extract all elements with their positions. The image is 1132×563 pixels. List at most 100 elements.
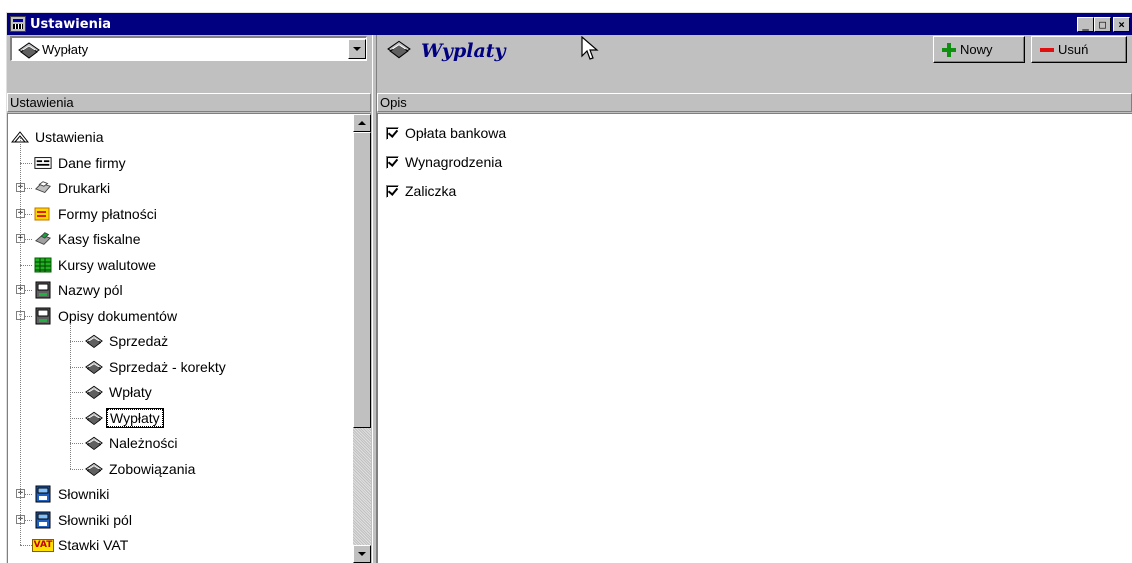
item-checkbox[interactable] <box>386 155 399 169</box>
dictionary-icon <box>34 485 52 503</box>
tree-item[interactable]: Kursy walutowe <box>34 252 158 278</box>
book-icon <box>387 39 411 63</box>
app-icon <box>10 16 26 32</box>
tree-connector <box>70 322 71 469</box>
dictionary-icon <box>34 511 52 529</box>
item-checkbox[interactable] <box>386 126 399 140</box>
tree-connector <box>20 545 32 546</box>
new-button-label: Nowy <box>960 42 993 57</box>
printer-icon <box>34 179 52 197</box>
mouse-cursor-icon <box>581 35 599 66</box>
tree-item[interactable]: Drukarki <box>34 175 112 201</box>
detail-title-text: Wyplaty <box>421 40 506 62</box>
tree-item-label: Kasy fiskalne <box>58 231 141 247</box>
tree-item-label: Dane firmy <box>58 154 126 171</box>
settings-tree-panel: Ustawienia Dane firmy + Drukarki + Formy płat… <box>7 113 371 563</box>
category-dropdown[interactable]: Wypłaty <box>10 36 367 61</box>
scroll-down-button[interactable] <box>353 545 371 563</box>
tree-item[interactable]: Wpłaty <box>85 379 154 405</box>
tree-connector <box>70 417 83 419</box>
settings-window: Ustawienia _ □ × Wypłaty Ustawienia Usta… <box>6 12 1132 563</box>
tree-item[interactable]: Wypłaty <box>85 405 164 431</box>
detail-title: Wyplaty <box>387 39 506 63</box>
tree-item[interactable]: Formy płatności <box>34 201 159 227</box>
tree-item[interactable]: Sprzedaż - korekty <box>85 354 228 380</box>
description-list: Opłata bankowa Wynagrodzenia Zaliczka <box>377 113 1132 563</box>
tree-item-label: Sprzedaż - korekty <box>109 358 226 375</box>
tree-item[interactable]: Sprzedaż <box>85 328 170 354</box>
item-checkbox[interactable] <box>386 184 399 198</box>
vat-icon: VAT <box>31 536 55 554</box>
tree-item[interactable]: Należności <box>85 430 179 456</box>
plus-icon <box>942 42 956 57</box>
new-button[interactable]: Nowy <box>933 36 1025 63</box>
chevron-up-icon <box>358 121 366 125</box>
list-item-label: Zaliczka <box>405 183 457 199</box>
tree-scrollbar[interactable] <box>353 114 371 563</box>
exchange-rates-icon <box>34 256 52 274</box>
tree-item-label: Drukarki <box>58 180 111 196</box>
tree-item[interactable]: Słowniki <box>34 481 111 507</box>
tree-item[interactable]: Dane firmy <box>34 150 128 176</box>
document-descriptions-icon <box>34 307 52 325</box>
tree-item-label: Słowniki pól <box>58 511 132 528</box>
tree-item-label: Opisy dokumentów <box>58 307 178 324</box>
tree-item[interactable]: Nazwy pól <box>34 277 125 303</box>
minimize-button[interactable]: _ <box>1077 16 1094 32</box>
tree-connector <box>70 468 83 470</box>
tree-item[interactable]: Słowniki pól <box>34 507 134 533</box>
tree-item-label: Wypłaty <box>106 407 164 428</box>
tree-item-label: Sprzedaż <box>109 333 169 349</box>
dropdown-arrow-button[interactable] <box>348 39 366 59</box>
tree-item[interactable]: Kasy fiskalne <box>34 226 142 252</box>
book-icon <box>18 41 40 63</box>
title-bar[interactable]: Ustawienia _ □ × <box>7 13 1132 35</box>
tree-connector <box>20 264 32 266</box>
settings-tree: Ustawienia Dane firmy + Drukarki + Formy płat… <box>8 114 345 563</box>
tree-item-label: Kursy walutowe <box>58 256 157 273</box>
book-icon <box>85 434 103 452</box>
tree-item[interactable]: Opisy dokumentów <box>34 303 179 329</box>
detail-panel: Wyplaty Nowy Usuń Opis Opłata bankowa Wyn… <box>377 35 1132 563</box>
chevron-down-icon <box>358 552 366 556</box>
tree-item-label: Słowniki <box>58 486 110 502</box>
list-item[interactable]: Opłata bankowa <box>386 120 506 146</box>
book-icon <box>85 460 103 478</box>
book-icon <box>85 383 103 401</box>
tree-item[interactable]: VAT Stawki VAT <box>31 532 130 558</box>
tree-item-label: Stawki VAT <box>58 537 129 553</box>
tree-connector <box>70 366 83 368</box>
close-button[interactable]: × <box>1113 16 1130 32</box>
tree-connector <box>70 392 83 393</box>
tree-item-label: Wpłaty <box>109 384 152 400</box>
delete-button-label: Usuń <box>1058 42 1089 57</box>
book-icon <box>85 332 103 350</box>
scroll-thumb[interactable] <box>353 132 371 428</box>
book-icon <box>85 409 103 427</box>
scroll-up-button[interactable] <box>353 114 371 132</box>
tree-item-label: Nazwy pól <box>58 282 123 298</box>
tree-item[interactable]: Zobowiązania <box>85 456 197 482</box>
maximize-button[interactable]: □ <box>1094 16 1111 32</box>
delete-button[interactable]: Usuń <box>1031 36 1127 63</box>
tree-header: Ustawienia <box>7 93 371 112</box>
field-names-icon <box>34 281 52 299</box>
column-header-opis[interactable]: Opis <box>377 93 1132 112</box>
tree-connector <box>20 162 32 164</box>
vat-badge: VAT <box>31 538 55 552</box>
list-item[interactable]: Wynagrodzenia <box>386 149 502 175</box>
tree-item-label: Formy płatności <box>58 205 157 222</box>
tree-item-label: Zobowiązania <box>109 460 196 477</box>
tree-connector <box>20 137 21 545</box>
tree-item[interactable]: Ustawienia <box>11 124 105 150</box>
dropdown-value: Wypłaty <box>42 41 89 57</box>
book-icon <box>85 358 103 376</box>
tree-item-label: Ustawienia <box>35 129 104 145</box>
list-item[interactable]: Zaliczka <box>386 178 456 204</box>
cash-register-icon <box>34 230 52 248</box>
chevron-down-icon <box>353 47 361 51</box>
tree-connector <box>70 443 83 444</box>
payment-forms-icon <box>34 205 52 223</box>
list-item-label: Wynagrodzenia <box>405 154 503 170</box>
tree-item-label: Należności <box>109 435 178 451</box>
